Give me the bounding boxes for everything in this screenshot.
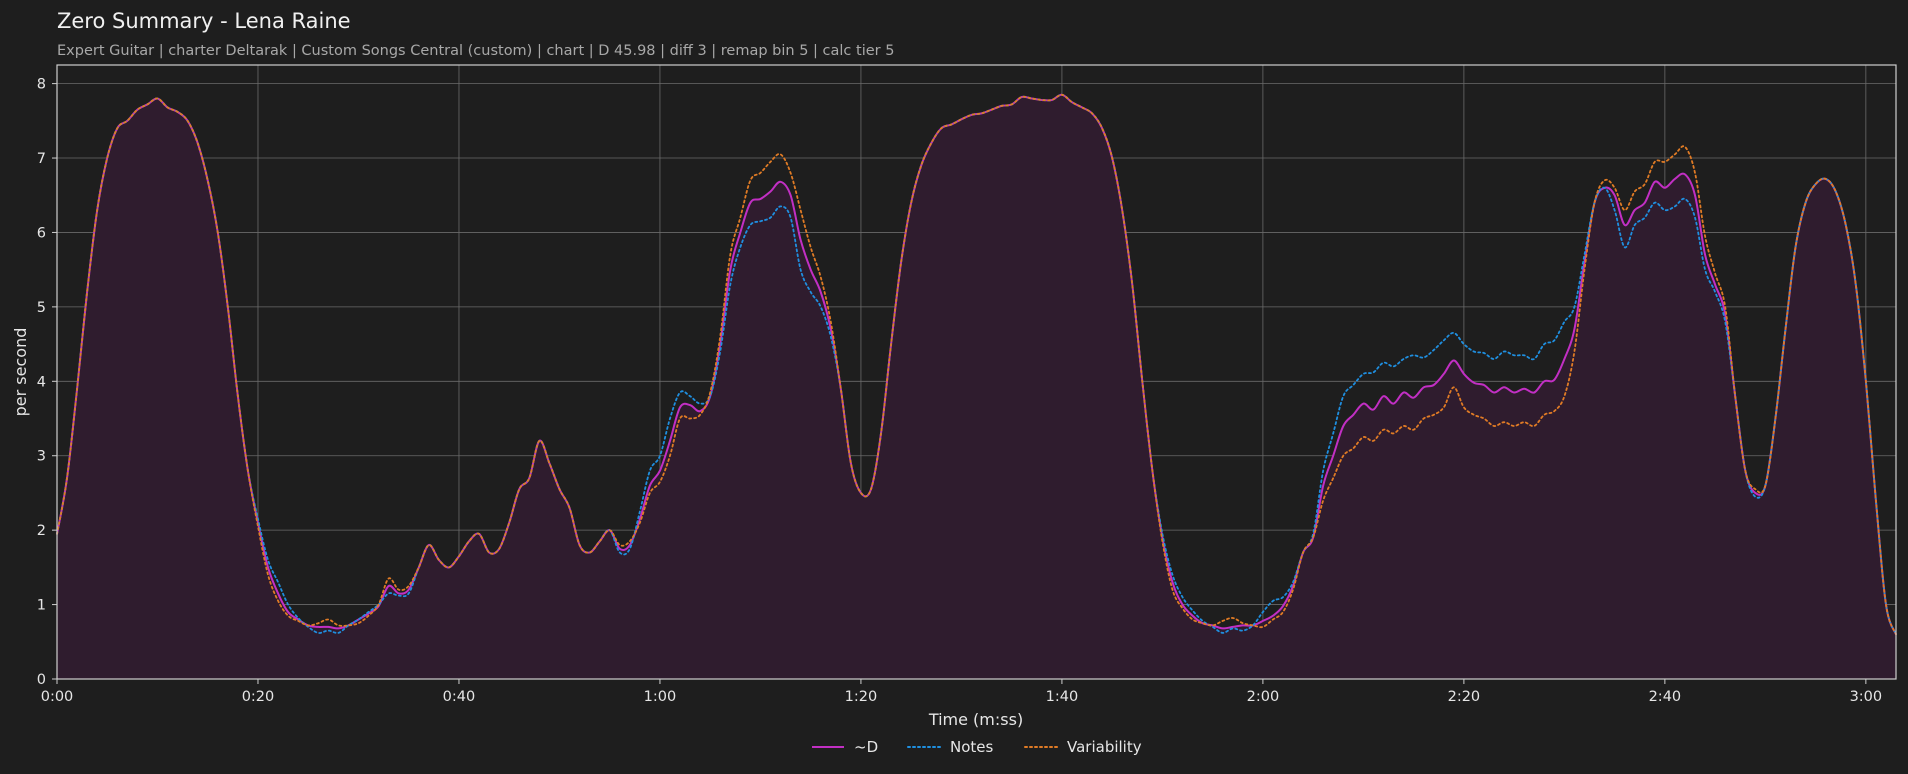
legend-label: ~D	[854, 738, 878, 756]
y-tick-label: 1	[37, 598, 46, 614]
x-axis-ticks: 0:00 0:20 0:40 1:00 1:20 1:40 2:00 2:20 2:40 3:00	[41, 679, 1882, 705]
x-tick-label: 2:40	[1649, 689, 1682, 705]
y-tick-label: 3	[37, 449, 46, 465]
chart-subtitle: Expert Guitar | charter Deltarak | Custo…	[57, 43, 894, 59]
y-tick-label: 6	[37, 225, 46, 241]
y-tick-label: 5	[37, 300, 46, 316]
chart-title: Zero Summary - Lena Raine	[57, 9, 351, 33]
x-tick-label: 0:20	[242, 689, 275, 705]
area-fill-d	[57, 94, 1896, 680]
x-tick-label: 1:00	[644, 689, 677, 705]
y-tick-label: 8	[37, 77, 46, 93]
y-axis-label: per second	[11, 328, 30, 417]
legend-label: Variability	[1067, 738, 1142, 756]
x-tick-label: 1:40	[1046, 689, 1079, 705]
x-tick-label: 3:00	[1850, 689, 1883, 705]
y-tick-label: 0	[37, 672, 46, 688]
y-tick-label: 2	[37, 523, 46, 539]
density-chart: Zero Summary - Lena Raine Expert Guitar …	[11, 9, 1897, 756]
y-axis-ticks: 0 1 2 3 4 5 6 7 8	[37, 77, 57, 688]
x-tick-label: 0:40	[443, 689, 476, 705]
legend: ~D Notes Variability	[812, 738, 1142, 756]
area-fill	[57, 94, 1896, 680]
y-tick-label: 7	[37, 151, 46, 167]
y-tick-label: 4	[37, 374, 46, 390]
x-tick-label: 1:20	[845, 689, 878, 705]
x-tick-label: 0:00	[41, 689, 74, 705]
x-tick-label: 2:00	[1247, 689, 1280, 705]
legend-label: Notes	[950, 738, 994, 756]
x-tick-label: 2:20	[1448, 689, 1481, 705]
x-axis-label: Time (m:ss)	[928, 710, 1023, 729]
